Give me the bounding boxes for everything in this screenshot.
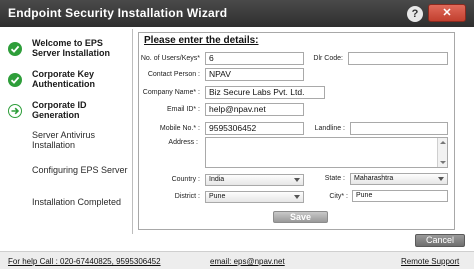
address-label: Address : [168, 139, 198, 146]
email-label: Email ID* : [166, 106, 200, 113]
city-label: City* : [329, 193, 348, 200]
district-label: District : [174, 193, 200, 200]
district-select[interactable]: Pune [205, 191, 304, 203]
help-button[interactable]: ? [407, 6, 423, 22]
check-icon [8, 73, 22, 87]
cancel-button[interactable]: Cancel [415, 234, 465, 247]
scroll-down-icon[interactable] [440, 161, 446, 164]
state-label: State : [324, 175, 345, 182]
district-value: Pune [209, 193, 226, 200]
form-header: Please enter the details: [144, 35, 259, 46]
state-value: Maharashtra [354, 175, 394, 182]
step-label: Configuring EPS Server [32, 165, 128, 175]
users-label: No. of Users/Keys* [140, 55, 200, 62]
footer-bar: For help Call : 020-67440825, 9595306452… [0, 251, 474, 269]
arrow-right-icon [8, 104, 22, 118]
address-textarea[interactable] [205, 137, 448, 168]
save-button[interactable]: Save [273, 211, 328, 223]
close-button[interactable]: ✕ [428, 4, 466, 22]
mobile-label: Mobile No.* : [159, 125, 200, 132]
contact-person-input[interactable]: NPAV [205, 68, 304, 81]
step-label: Installation Completed [32, 197, 122, 207]
users-input[interactable]: 6 [205, 52, 304, 65]
state-select[interactable]: Maharashtra [350, 173, 448, 185]
chevron-down-icon [294, 178, 300, 182]
window-title: Endpoint Security Installation Wizard [8, 6, 228, 20]
step-label: Corporate ID Generation [32, 100, 87, 120]
mobile-input[interactable]: 9595306452 [205, 122, 304, 135]
contact-person-label: Contact Person : [147, 71, 200, 78]
email-input[interactable]: help@npav.net [205, 103, 304, 116]
landline-input[interactable] [350, 122, 448, 135]
company-name-label: Company Name* : [142, 89, 200, 96]
step-label: Server Antivirus Installation [32, 130, 96, 150]
chevron-down-icon [438, 177, 444, 181]
dlr-code-input[interactable] [348, 52, 448, 65]
check-icon [8, 42, 22, 56]
country-value: India [209, 176, 225, 183]
company-name-input[interactable]: Biz Secure Labs Pvt. Ltd. [205, 86, 325, 99]
dlr-code-label: Dlr Code: [313, 55, 343, 62]
chevron-down-icon [294, 195, 300, 199]
help-call-text: For help Call : 020-67440825, 9595306452 [8, 257, 161, 266]
address-scrollbar[interactable] [437, 138, 447, 167]
step-label: Corporate Key Authentication [32, 69, 95, 89]
wizard-steps-sidebar: Welcome to EPS Server Installation Corpo… [0, 27, 132, 235]
country-label: Country : [171, 176, 200, 183]
remote-support-link[interactable]: Remote Support [401, 257, 459, 266]
country-select[interactable]: India [205, 174, 304, 186]
city-input[interactable]: Pune [352, 190, 448, 202]
title-bar: Endpoint Security Installation Wizard ? … [0, 0, 474, 27]
scroll-up-icon[interactable] [440, 141, 446, 144]
support-email-link[interactable]: email: eps@npav.net [210, 257, 285, 266]
landline-label: Landline : [314, 125, 345, 132]
step-label: Welcome to EPS Server Installation [32, 38, 111, 58]
sidebar-divider [132, 29, 133, 234]
